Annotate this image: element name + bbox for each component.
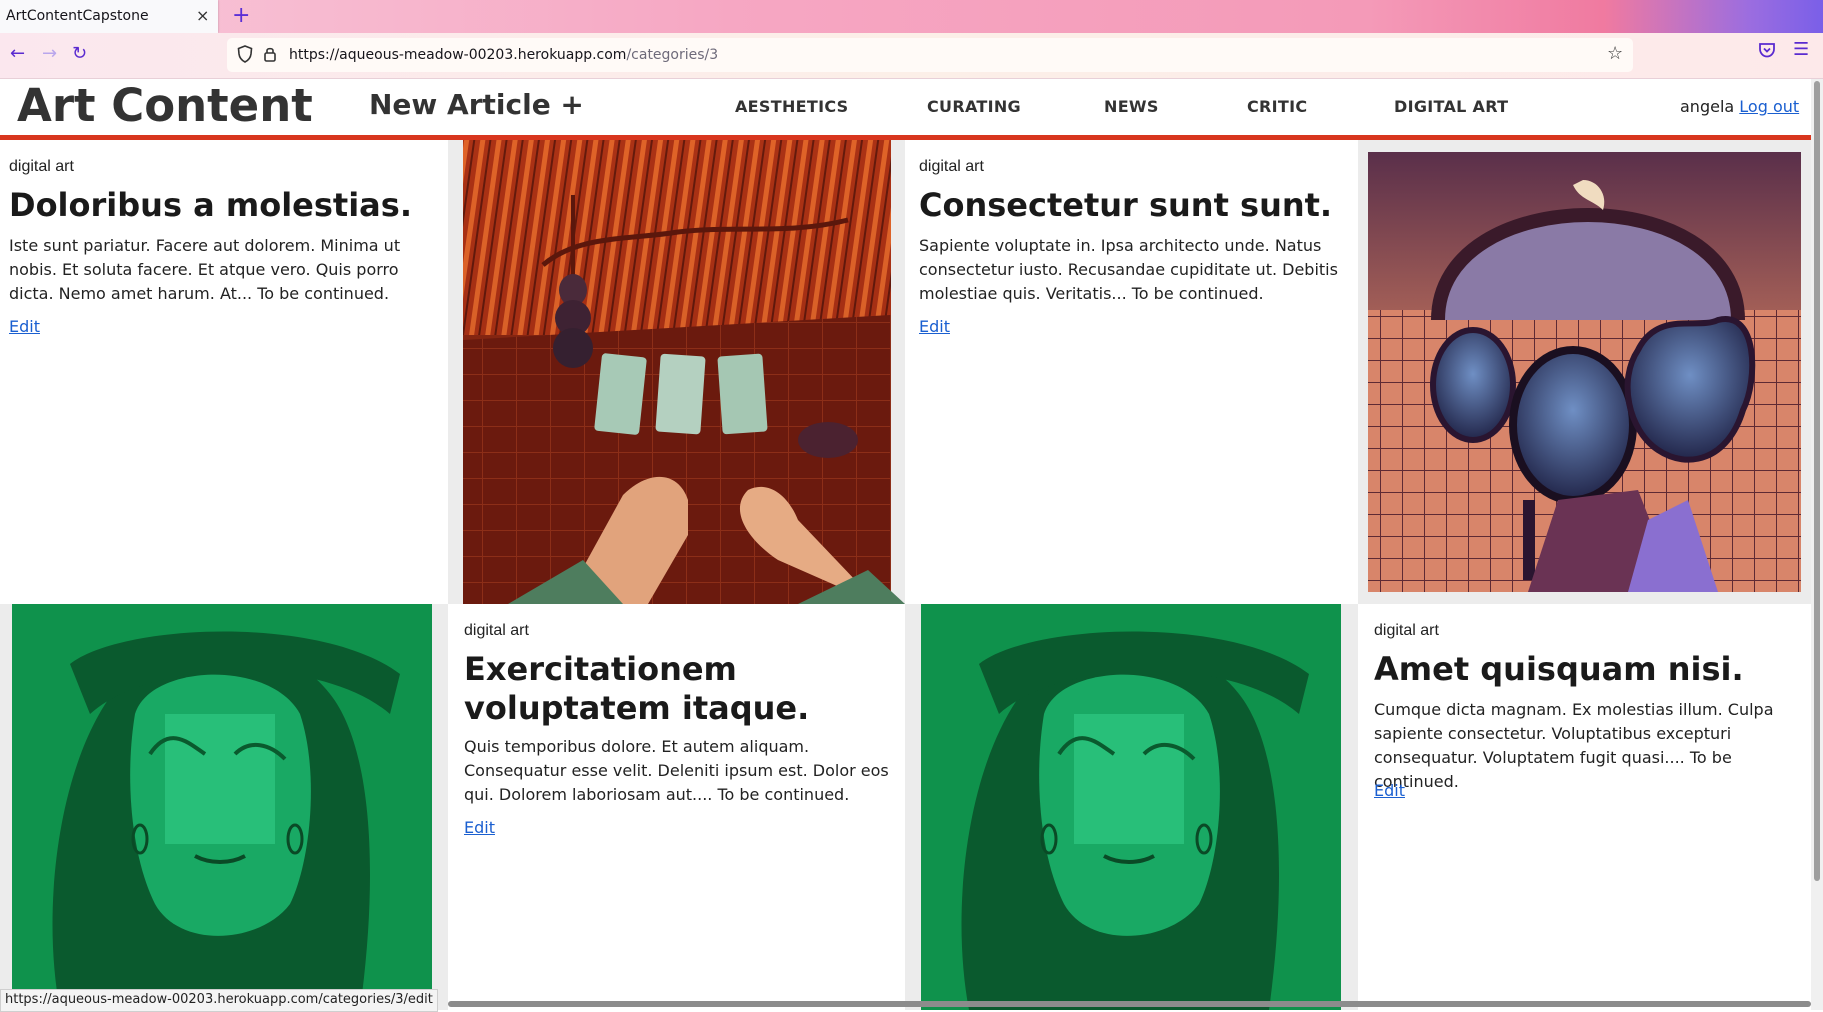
tab-title: ArtContentCapstone [6,8,149,24]
article-excerpt: Quis temporibus dolore. Et autem aliquam… [464,737,889,804]
edit-link[interactable]: Edit [919,317,950,336]
scrollbar-thumb[interactable] [1814,81,1820,881]
nav-category-curating[interactable]: CURATING [927,97,1021,116]
tarot-painting-image [463,140,905,604]
green-portrait-painting-image [12,604,432,1010]
vertical-scrollbar[interactable] [1811,79,1823,1010]
article-title[interactable]: Doloribus a molestias. [9,186,439,225]
article-excerpt: Cumque dicta magnam. Ex molestias illum.… [1374,700,1774,791]
edit-link[interactable]: Edit [9,317,40,336]
bookmark-star-icon[interactable]: ☆ [1607,43,1623,64]
browser-toolbar: ← → ↻ https://aqueous-meadow-00203.herok… [0,33,1823,79]
user-area: angela Log out [1680,97,1799,116]
tracking-shield-icon[interactable] [237,45,253,63]
article-category: digital art [919,158,984,175]
username: angela [1680,97,1735,116]
nav-category-digital-art[interactable]: DIGITAL ART [1394,97,1508,116]
article-image-green-portrait-2[interactable] [905,604,1358,1010]
article-title[interactable]: Amet quisquam nisi. [1374,650,1804,689]
article-card-1: digital art Doloribus a molestias. Iste … [0,140,448,604]
green-portrait-painting-image [921,604,1341,1010]
close-tab-icon[interactable]: × [196,6,209,25]
site-logo[interactable]: Art Content [17,79,313,132]
lock-icon[interactable] [263,45,277,63]
article-category: digital art [1374,622,1439,639]
pocket-icon[interactable] [1758,41,1776,59]
article-excerpt: Iste sunt pariatur. Facere aut dolorem. … [9,236,401,303]
url-text[interactable]: https://aqueous-meadow-00203.herokuapp.c… [289,47,718,63]
article-image-green-portrait-1[interactable] [0,604,448,1010]
horizontal-scrollbar[interactable] [448,1001,1811,1007]
hamburger-menu-icon[interactable]: ☰ [1793,39,1809,60]
new-article-link[interactable]: New Article + [369,88,584,121]
edit-link[interactable]: Edit [1374,781,1405,800]
logout-link[interactable]: Log out [1739,97,1799,116]
browser-tab-active[interactable]: ArtContentCapstone × [0,0,218,33]
article-title[interactable]: Exercitationem voluptatem itaque. [464,650,894,728]
edit-link[interactable]: Edit [464,818,495,837]
new-tab-icon[interactable]: + [232,3,250,28]
article-category: digital art [9,158,74,175]
link-status-bar: https://aqueous-meadow-00203.herokuapp.c… [0,989,438,1012]
forward-arrow-icon[interactable]: → [42,43,57,64]
page-content: Art Content New Article + AESTHETICS CUR… [0,79,1811,1010]
article-excerpt: Sapiente voluptate in. Ipsa architecto u… [919,236,1338,303]
url-path: /categories/3 [626,47,719,63]
mirrors-painting-image [1368,152,1801,592]
nav-category-aesthetics[interactable]: AESTHETICS [735,97,849,116]
article-category: digital art [464,622,529,639]
article-card-3: digital art Exercitationem voluptatem it… [448,604,905,1010]
url-bar[interactable]: https://aqueous-meadow-00203.herokuapp.c… [227,38,1633,72]
browser-tab-strip: ArtContentCapstone × + [0,0,1823,33]
url-host: https://aqueous-meadow-00203.herokuapp.c… [289,47,627,63]
site-header: Art Content New Article + AESTHETICS CUR… [0,79,1811,140]
article-card-4: digital art Amet quisquam nisi. Cumque d… [1358,604,1811,1010]
article-image-mirrors[interactable] [1358,140,1811,604]
article-title[interactable]: Consectetur sunt sunt. [919,186,1349,225]
back-arrow-icon[interactable]: ← [10,43,25,64]
article-card-2: digital art Consectetur sunt sunt. Sapie… [905,140,1358,604]
nav-category-critic[interactable]: CRITIC [1247,97,1307,116]
reload-icon[interactable]: ↻ [72,43,87,64]
nav-category-news[interactable]: NEWS [1104,97,1159,116]
article-image-tarot[interactable] [448,140,905,604]
